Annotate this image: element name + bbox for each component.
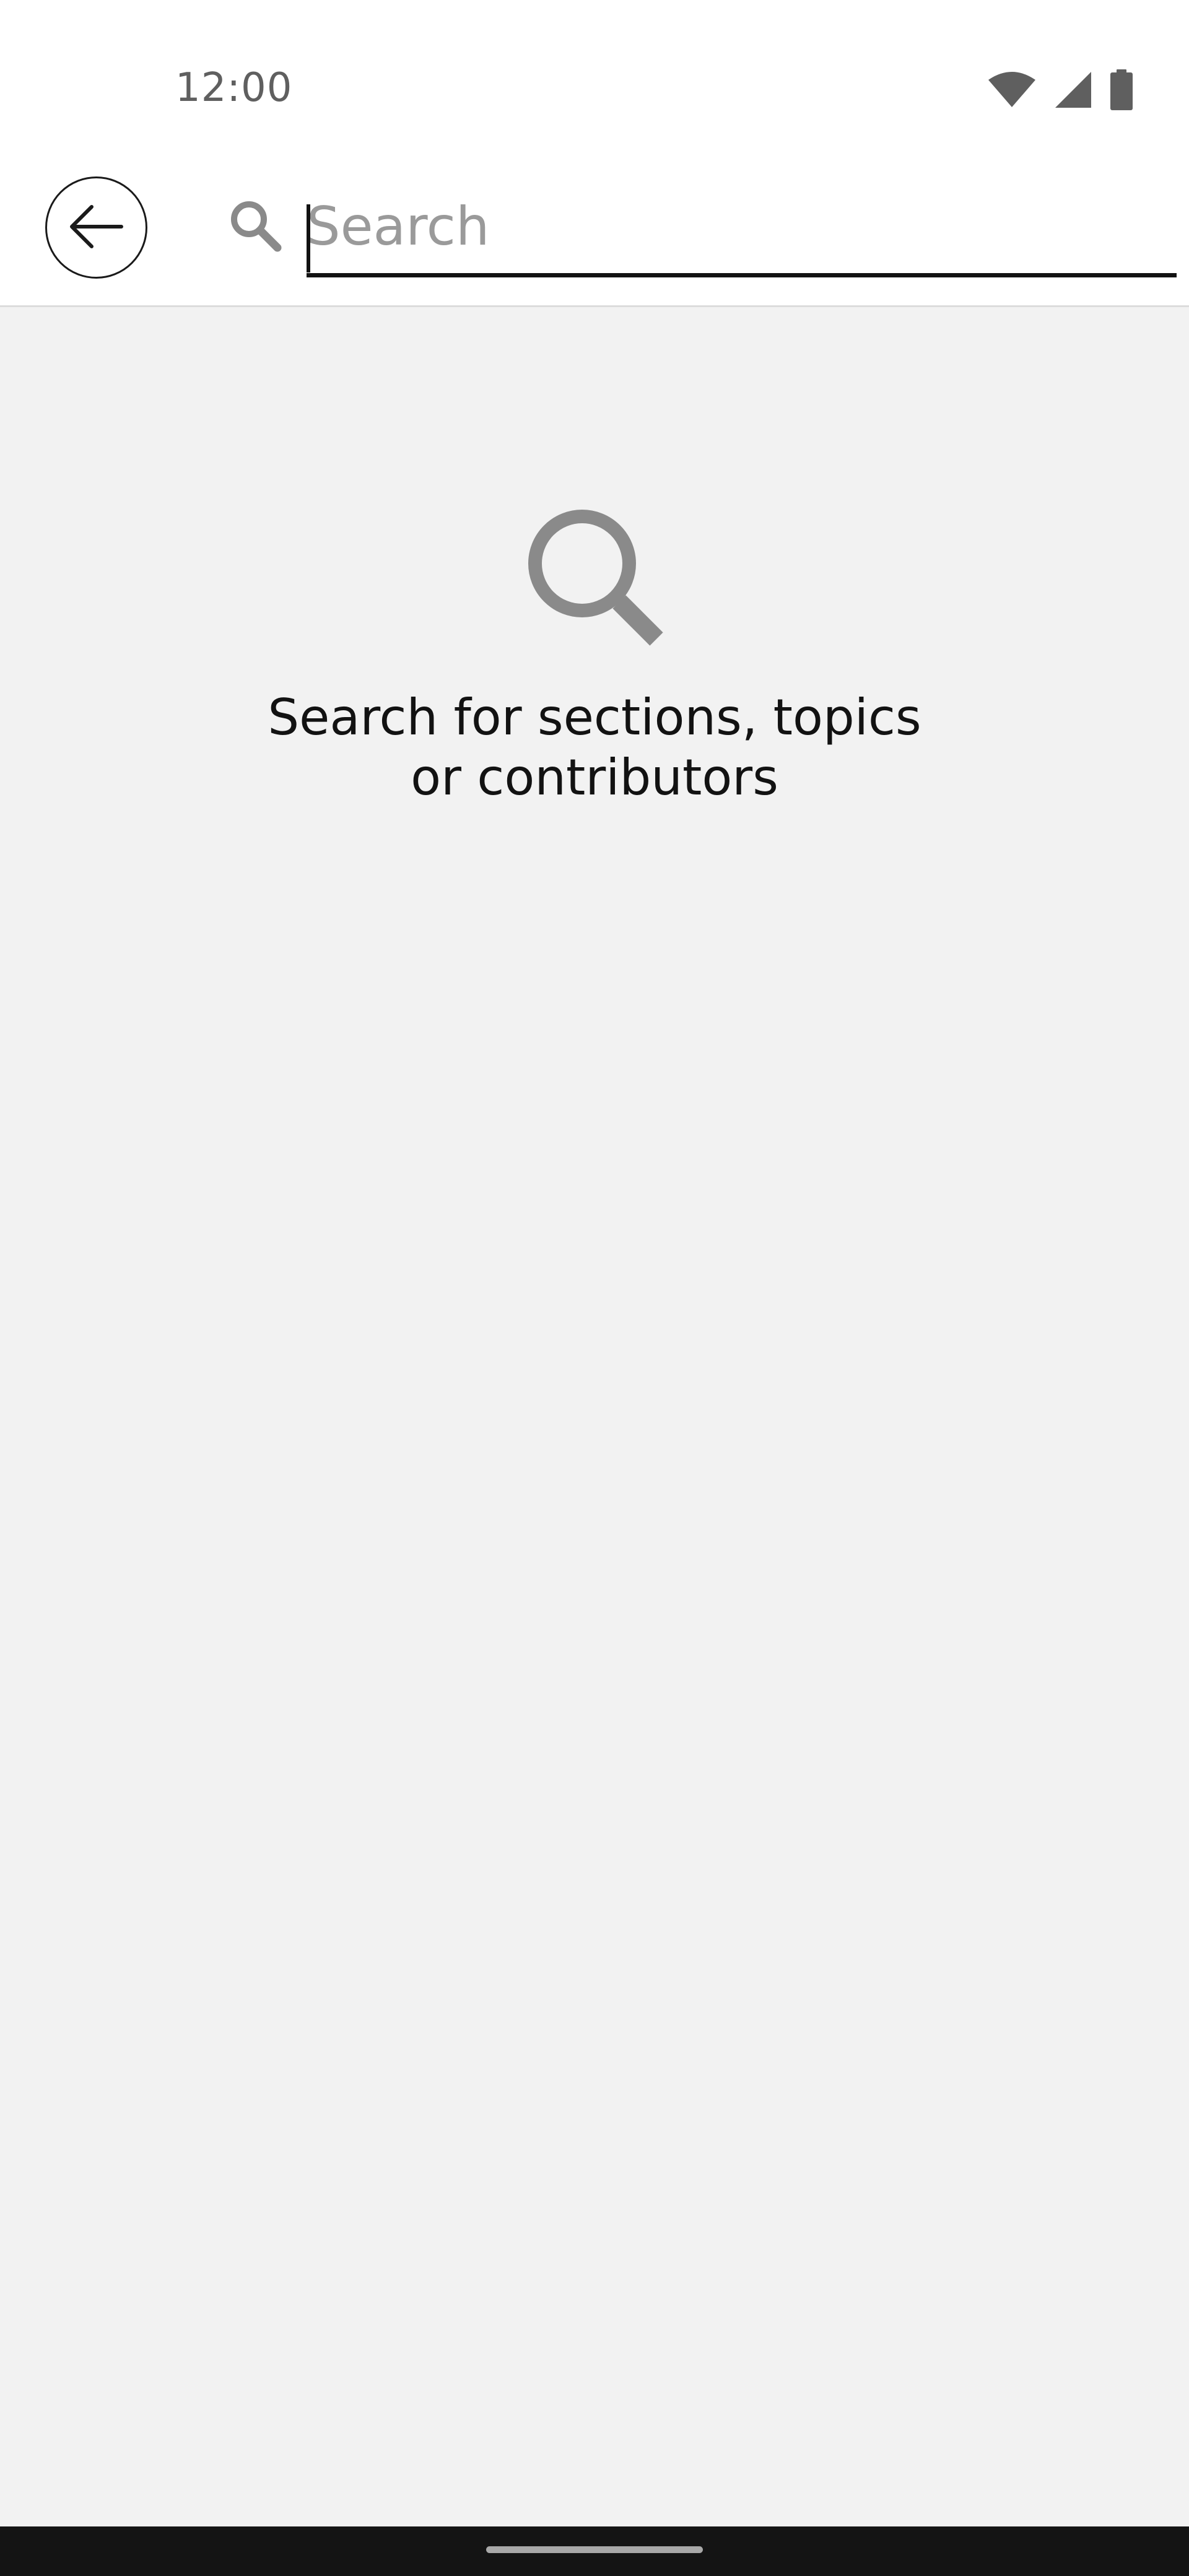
system-nav-bar: [0, 2526, 1189, 2576]
battery-icon: [1110, 69, 1133, 110]
search-input[interactable]: [307, 180, 1177, 273]
search-icon: [514, 495, 675, 656]
wifi-icon: [987, 71, 1037, 108]
text-cursor: [307, 204, 310, 272]
search-screen: 12:00 Search Search for sections, topics…: [0, 0, 1189, 2576]
home-indicator[interactable]: [486, 2546, 703, 2553]
arrow-left-icon: [67, 202, 126, 254]
back-button[interactable]: [45, 176, 147, 279]
status-bar: 12:00: [0, 0, 1189, 161]
search-app-bar: [0, 161, 1189, 307]
search-icon: [228, 198, 284, 254]
empty-state-message: Search for sections, topics or contribut…: [268, 689, 921, 806]
empty-state: Search for sections, topics or contribut…: [0, 495, 1189, 807]
search-field[interactable]: [307, 180, 1177, 277]
status-time: 12:00: [175, 65, 293, 111]
cellular-signal-icon: [1054, 71, 1092, 109]
status-icons: [987, 68, 1133, 111]
